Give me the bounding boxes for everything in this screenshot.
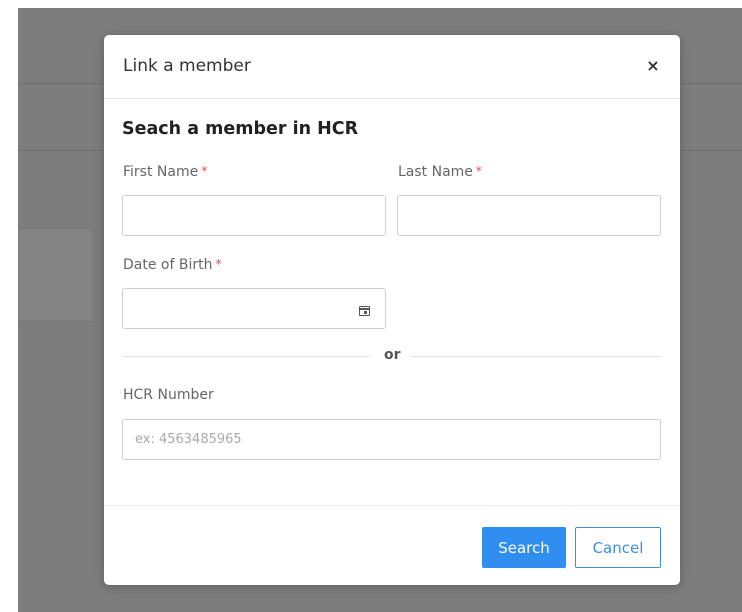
cancel-button[interactable]: Cancel (575, 527, 661, 568)
last-name-label: Last Name * (398, 164, 482, 180)
close-icon[interactable]: × (646, 55, 660, 77)
divider-line-left (122, 356, 370, 357)
dialog-footer: Search Cancel (104, 505, 680, 585)
dialog-title: Link a member (123, 56, 251, 76)
first-name-label: First Name * (123, 164, 207, 180)
last-name-label-text: Last Name (398, 164, 473, 180)
first-name-label-text: First Name (123, 164, 199, 180)
dob-label: Date of Birth * (123, 257, 221, 273)
required-marker: * (475, 164, 482, 178)
last-name-input[interactable] (397, 195, 661, 236)
divider-line-right (410, 356, 661, 357)
date-of-birth-input[interactable] (122, 288, 386, 329)
dob-label-text: Date of Birth (123, 257, 213, 273)
required-marker: * (201, 164, 208, 178)
first-name-input[interactable] (122, 195, 386, 236)
calendar-icon[interactable] (358, 306, 370, 316)
or-divider-text: or (384, 347, 401, 363)
required-marker: * (215, 257, 222, 271)
dialog-header: Link a member × (104, 35, 680, 99)
section-title: Seach a member in HCR (122, 119, 359, 139)
hcr-number-label: HCR Number (123, 387, 214, 403)
hcr-number-input[interactable] (122, 419, 661, 460)
link-member-dialog: Link a member × Seach a member in HCR Fi… (104, 35, 680, 585)
background-card (18, 228, 94, 322)
search-button[interactable]: Search (482, 527, 566, 568)
